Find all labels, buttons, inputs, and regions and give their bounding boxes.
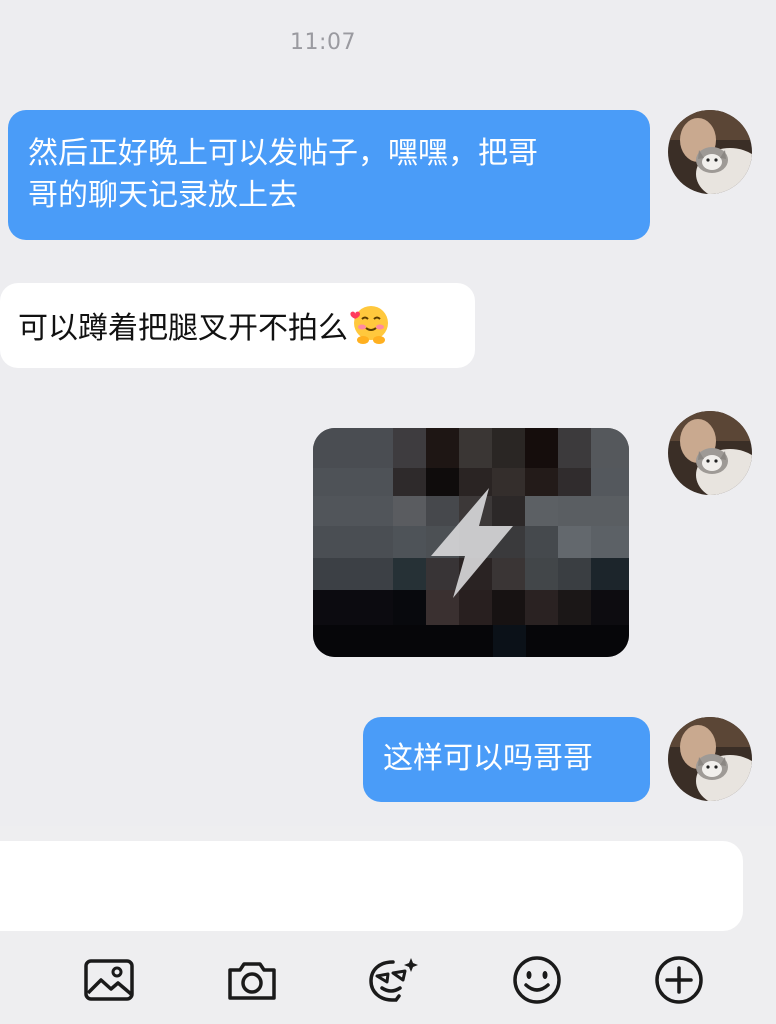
message-text-line: 然后正好晚上可以发帖子，嘿嘿，把哥 (28, 136, 538, 171)
avatar-cat-photo (668, 110, 752, 194)
outgoing-message-bubble[interactable]: 然后正好晚上可以发帖子，嘿嘿，把哥 哥的聊天记录放上去 (8, 110, 650, 240)
blushing-hug-emoji-icon (350, 304, 392, 346)
image-icon[interactable] (81, 952, 137, 1008)
pixelated-photo-thumbnail (313, 428, 629, 657)
plus-icon[interactable] (651, 952, 707, 1008)
avatar-cat-photo (668, 717, 752, 801)
message-text: 这样可以吗哥哥 (383, 741, 593, 776)
sticker-icon[interactable] (365, 952, 421, 1008)
emoji-icon[interactable] (509, 952, 565, 1008)
user-avatar[interactable] (668, 411, 752, 495)
message-text-line: 哥的聊天记录放上去 (28, 178, 298, 213)
avatar-cat-photo (668, 411, 752, 495)
composer-area (0, 826, 776, 1024)
incoming-message-bubble[interactable]: 可以蹲着把腿叉开不拍么 (0, 283, 475, 368)
message-input[interactable] (0, 841, 743, 931)
user-avatar[interactable] (668, 717, 752, 801)
flash-photo-message[interactable] (313, 428, 629, 657)
message-text: 可以蹲着把腿叉开不拍么 (18, 311, 348, 346)
chat-area: 11:07 然后正好晚上可以发帖子，嘿嘿，把哥 哥的聊天记录放上去 可以蹲着把腿… (0, 0, 776, 826)
camera-icon[interactable] (224, 952, 280, 1008)
message-timestamp: 11:07 (290, 30, 356, 55)
user-avatar[interactable] (668, 110, 752, 194)
outgoing-message-bubble[interactable]: 这样可以吗哥哥 (363, 717, 650, 802)
